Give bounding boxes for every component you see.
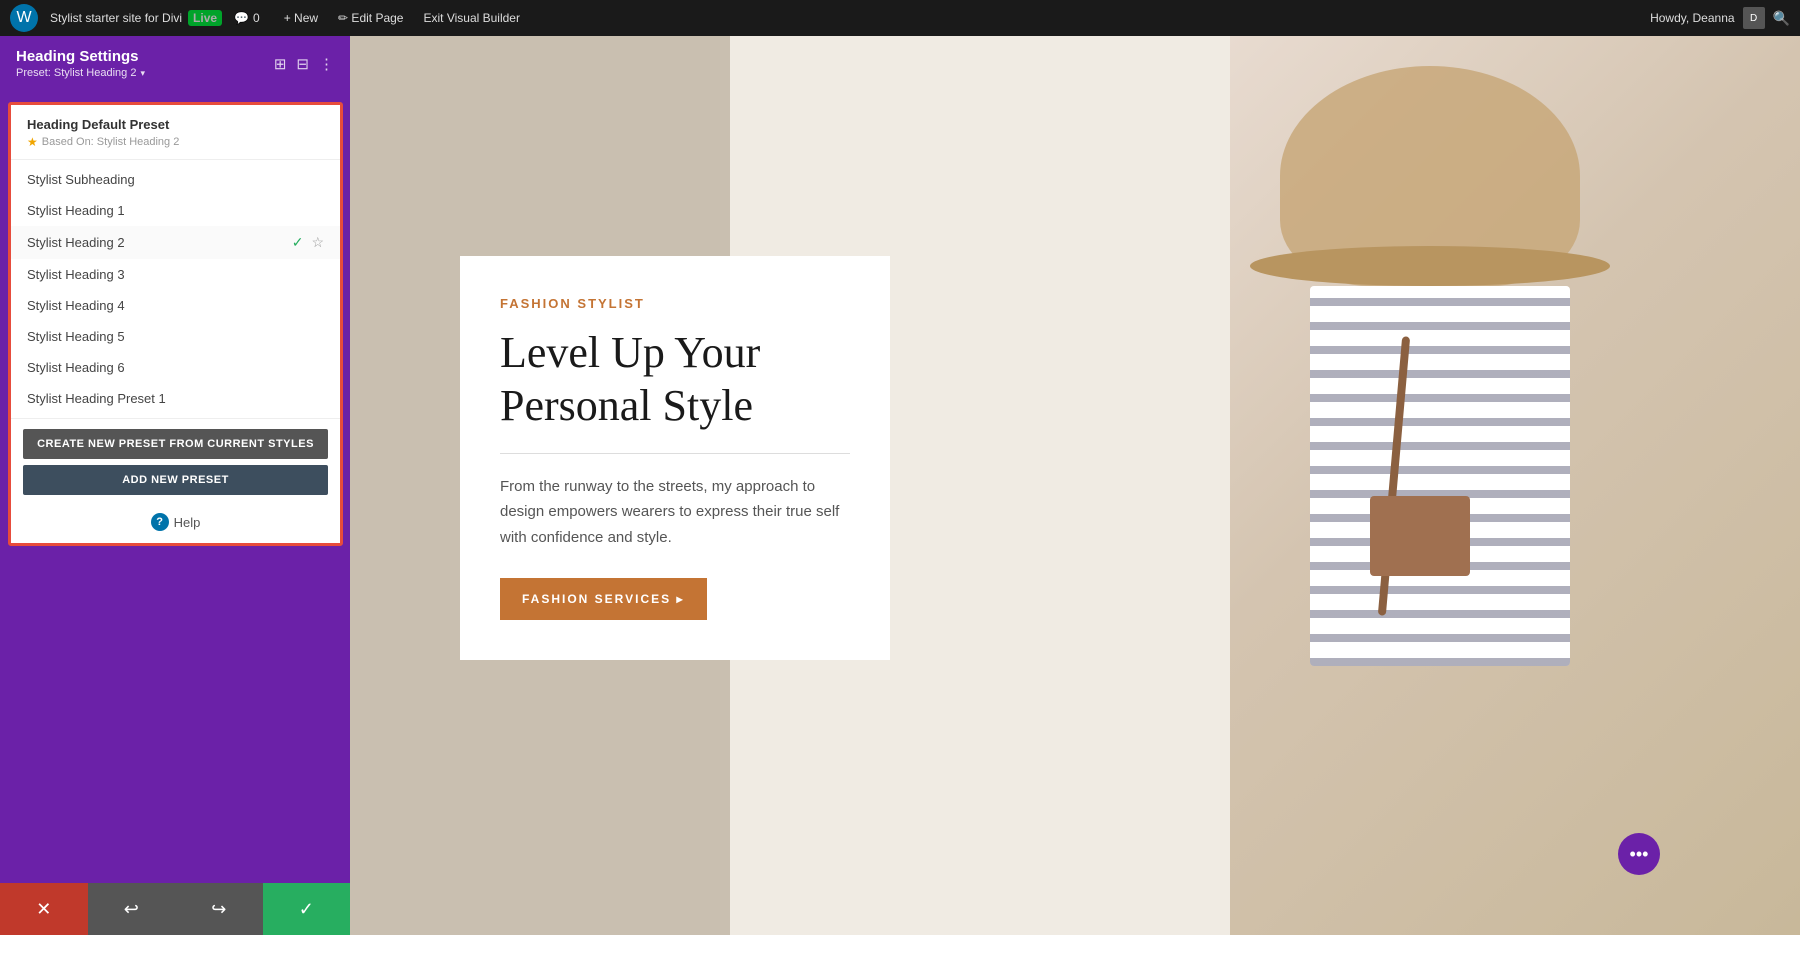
left-panel: Heading Settings Preset: Stylist Heading… xyxy=(0,36,350,935)
fashion-label: FASHION STYLIST xyxy=(500,296,850,311)
check-icon: ✓ xyxy=(292,234,304,251)
preset-list-item[interactable]: Stylist Heading 5 xyxy=(11,321,340,352)
preset-name: Stylist Heading 1 xyxy=(27,203,125,218)
search-icon[interactable]: 🔍 xyxy=(1773,10,1790,27)
redo-button[interactable]: ↪ xyxy=(175,883,263,935)
preset-list-item[interactable]: Stylist Heading 4 xyxy=(11,290,340,321)
fashion-background: FASHION STYLIST Level Up Your Personal S… xyxy=(350,36,1800,935)
preset-name: Stylist Heading Preset 1 xyxy=(27,391,166,406)
main-content: FASHION STYLIST Level Up Your Personal S… xyxy=(350,36,1800,935)
preset-name: Stylist Subheading xyxy=(27,172,135,187)
new-button[interactable]: + New xyxy=(276,8,326,28)
help-label: Help xyxy=(174,515,201,530)
user-avatar[interactable]: D xyxy=(1743,7,1765,29)
panel-title: Heading Settings xyxy=(16,48,145,65)
close-button[interactable]: ✕ xyxy=(0,883,88,935)
default-preset-section: Heading Default Preset ★ Based On: Styli… xyxy=(11,105,340,160)
fashion-heading: Level Up Your Personal Style xyxy=(500,327,850,433)
help-icon: ? xyxy=(151,513,169,531)
grid-icon[interactable]: ⊞ xyxy=(274,55,287,73)
more-options-icon[interactable]: ⋮ xyxy=(319,55,334,73)
preset-dropdown: Heading Default Preset ★ Based On: Styli… xyxy=(8,102,343,546)
preset-list-item[interactable]: Stylist Subheading xyxy=(11,164,340,195)
edit-page-button[interactable]: ✏ Edit Page xyxy=(330,8,411,28)
columns-icon[interactable]: ⊟ xyxy=(296,55,309,73)
preset-name: Stylist Heading 2 xyxy=(27,235,125,250)
top-bar-right: Howdy, Deanna D 🔍 xyxy=(1650,7,1790,29)
preset-list-item[interactable]: Stylist Heading 2✓☆ xyxy=(11,226,340,259)
fashion-divider xyxy=(500,453,850,454)
add-preset-button[interactable]: ADD NEW PRESET xyxy=(23,465,328,495)
chevron-down-icon: ▾ xyxy=(140,68,145,79)
help-section[interactable]: ? Help xyxy=(11,505,340,543)
preset-name: Stylist Heading 5 xyxy=(27,329,125,344)
exit-builder-button[interactable]: Exit Visual Builder xyxy=(415,8,528,28)
preset-name: Stylist Heading 6 xyxy=(27,360,125,375)
comment-section: 💬 0 xyxy=(234,11,260,25)
create-preset-button[interactable]: CREATE NEW PRESET FROM CURRENT STYLES xyxy=(23,429,328,459)
default-preset-based: ★ Based On: Stylist Heading 2 xyxy=(27,135,324,149)
top-bar-actions: + New ✏ Edit Page Exit Visual Builder xyxy=(276,8,528,28)
site-info: Stylist starter site for Divi Live xyxy=(50,10,222,26)
star-icon: ★ xyxy=(27,135,38,149)
star-outline-icon[interactable]: ☆ xyxy=(311,234,324,251)
panel-header: Heading Settings Preset: Stylist Heading… xyxy=(0,36,350,87)
save-button[interactable]: ✓ xyxy=(263,883,351,935)
fashion-image-right xyxy=(1230,36,1800,935)
preset-list: Stylist Subheading Stylist Heading 1 Styli… xyxy=(11,160,340,419)
bottom-bar: ✕ ↩ ↪ ✓ xyxy=(0,883,350,935)
fashion-body: From the runway to the streets, my appro… xyxy=(500,474,850,551)
comment-icon: 💬 xyxy=(234,11,249,25)
preset-buttons: CREATE NEW PRESET FROM CURRENT STYLES AD… xyxy=(11,419,340,505)
undo-button[interactable]: ↩ xyxy=(88,883,176,935)
panel-title-group: Heading Settings Preset: Stylist Heading… xyxy=(16,48,145,79)
site-name: Stylist starter site for Divi xyxy=(50,11,182,25)
default-preset-title: Heading Default Preset xyxy=(27,117,324,132)
preset-name: Stylist Heading 4 xyxy=(27,298,125,313)
comment-count: 0 xyxy=(253,11,260,25)
panel-header-icons: ⊞ ⊟ ⋮ xyxy=(274,55,334,73)
wordpress-icon[interactable]: W xyxy=(10,4,38,32)
top-bar: W Stylist starter site for Divi Live 💬 0… xyxy=(0,0,1800,36)
preset-list-item[interactable]: Stylist Heading Preset 1 xyxy=(11,383,340,414)
fashion-cta-button[interactable]: FASHION SERVICES ▸ xyxy=(500,578,707,620)
preset-item-actions: ✓☆ xyxy=(292,234,324,251)
preset-list-item[interactable]: Stylist Heading 1 xyxy=(11,195,340,226)
live-badge: Live xyxy=(188,10,222,26)
floating-menu-button[interactable]: ••• xyxy=(1618,833,1660,875)
fashion-card: FASHION STYLIST Level Up Your Personal S… xyxy=(460,256,890,660)
howdy-text: Howdy, Deanna xyxy=(1650,11,1735,25)
panel-preset-label[interactable]: Preset: Stylist Heading 2 ▾ xyxy=(16,67,145,79)
preset-list-item[interactable]: Stylist Heading 6 xyxy=(11,352,340,383)
preset-name: Stylist Heading 3 xyxy=(27,267,125,282)
preset-list-item[interactable]: Stylist Heading 3 xyxy=(11,259,340,290)
